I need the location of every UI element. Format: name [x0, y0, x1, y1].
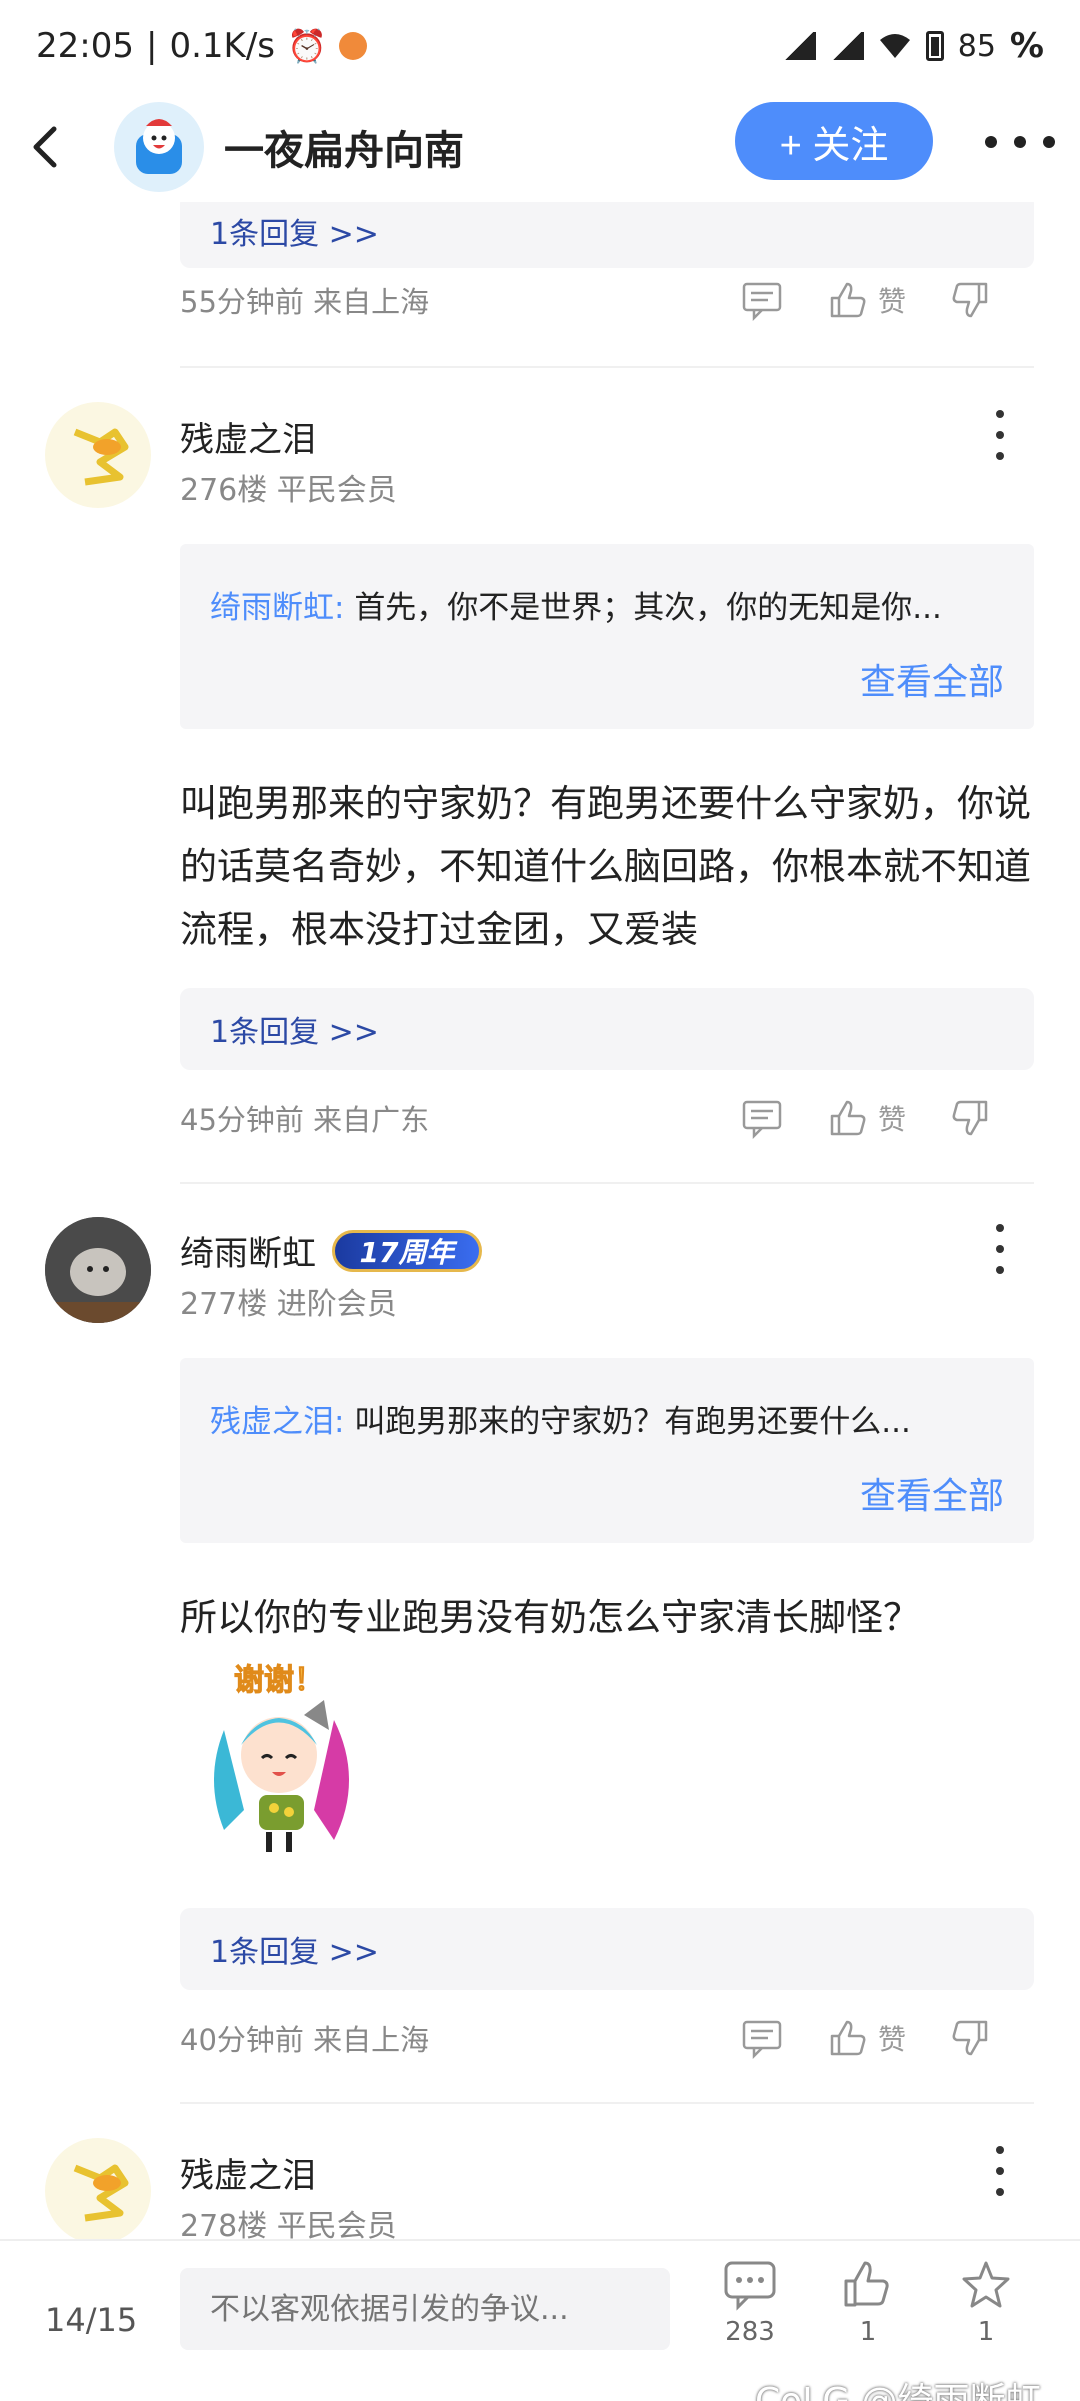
sub-reply-link[interactable]: 1条回复 >> — [180, 202, 1034, 268]
thumbs-up-icon[interactable] — [826, 278, 870, 322]
like-button[interactable]: 1 — [828, 2259, 908, 2347]
duck-avatar-icon — [73, 2164, 129, 2222]
thread-author-name[interactable]: 一夜扁舟向南 — [224, 118, 464, 176]
comment-bubble-icon — [724, 2261, 776, 2311]
signal-icon-2 — [829, 32, 864, 60]
alarm-icon: ⏰ — [287, 27, 327, 65]
thumbs-down-icon[interactable] — [948, 2016, 992, 2060]
sticker-image[interactable]: 谢谢！ — [184, 1660, 384, 1860]
comment-username[interactable]: 残虚之泪 — [180, 2148, 316, 2197]
sub-reply-box[interactable]: 1条回复 >> — [180, 1908, 1034, 1990]
status-net-speed: 0.1K/s — [169, 26, 275, 66]
duck-avatar-icon — [73, 428, 129, 486]
thumbs-down-icon[interactable] — [948, 278, 992, 322]
sub-reply-link[interactable]: 1条回复 >> — [180, 988, 1034, 1070]
quoted-comment[interactable]: 绮雨断虹: 首先，你不是世界；其次，你的无知是你... 查看全部 — [180, 544, 1034, 729]
comment-divider — [180, 2102, 1034, 2104]
comment-actions: 赞 — [740, 2008, 1040, 2068]
thumbs-up-icon[interactable] — [826, 2016, 870, 2060]
battery-level: 85 — [957, 28, 996, 64]
sub-reply-box[interactable]: 1条回复 >> — [180, 202, 1034, 268]
comment-meta: 45分钟前 来自广东 — [180, 1103, 430, 1137]
reply-icon[interactable] — [740, 1096, 784, 1140]
favorite-button[interactable]: 1 — [946, 2259, 1026, 2347]
watermark: CoLG @绮雨断虹 — [755, 2372, 1042, 2401]
comment-actions: 赞 — [740, 1088, 1040, 1148]
status-time: 22:05 — [36, 26, 134, 66]
like-count: 1 — [859, 2317, 877, 2347]
avatar[interactable] — [45, 402, 151, 508]
battery-icon — [925, 31, 944, 61]
comment-username[interactable]: 残虚之泪 — [180, 412, 316, 461]
quoted-text: 叫跑男那来的守家奶？有跑男还要什么... — [354, 1404, 911, 1440]
comment-floor: 278楼 平民会员 — [180, 2209, 397, 2239]
comment-floor: 277楼 进阶会员 — [180, 1287, 397, 1322]
see-all-link[interactable]: 查看全部 — [860, 1467, 1004, 1519]
comment-body: 所以你的专业跑男没有奶怎么守家清长脚怪？ — [180, 1596, 920, 1639]
like-label[interactable]: 赞 — [878, 280, 906, 320]
avatar[interactable] — [45, 1217, 151, 1323]
back-button[interactable] — [0, 92, 90, 202]
anniversary-badge: 17周年 — [332, 1229, 482, 1272]
comment-meta: 40分钟前 来自上海 — [180, 2023, 430, 2057]
wifi-icon — [879, 34, 910, 58]
comment-divider — [180, 366, 1034, 368]
thread-header: 一夜扁舟向南 + 关注 — [0, 92, 1080, 202]
follow-button[interactable]: + 关注 — [735, 102, 933, 180]
page-indicator[interactable]: 14/15 — [45, 2301, 137, 2339]
reply-icon[interactable] — [740, 278, 784, 322]
like-label[interactable]: 赞 — [878, 2018, 906, 2058]
more-options-button[interactable] — [985, 120, 1055, 164]
svg-text:谢谢！: 谢谢！ — [234, 1663, 324, 1698]
comment-meta: 55分钟前 来自上海 — [180, 285, 430, 319]
battery-unit: % — [1009, 26, 1044, 66]
quoted-text: 首先，你不是世界；其次，你的无知是你... — [354, 590, 942, 626]
see-all-link[interactable]: 查看全部 — [860, 653, 1004, 705]
like-label[interactable]: 赞 — [878, 1098, 906, 1138]
quoted-username[interactable]: 绮雨断虹: — [210, 590, 344, 626]
star-count: 1 — [977, 2317, 995, 2347]
comment-username[interactable]: 绮雨断虹 17周年 — [180, 1226, 482, 1275]
comment-more-button[interactable] — [988, 2146, 1012, 2196]
author-avatar[interactable] — [114, 102, 204, 192]
comment-more-button[interactable] — [988, 1224, 1012, 1274]
thumbs-down-icon[interactable] — [948, 1096, 992, 1140]
signal-icon — [781, 32, 816, 60]
comments-button[interactable]: 283 — [710, 2259, 790, 2347]
thumbs-up-icon — [844, 2261, 889, 2307]
reply-icon[interactable] — [740, 2016, 784, 2060]
comment-actions: 赞 — [740, 270, 1040, 330]
comment-count: 283 — [725, 2317, 775, 2347]
quoted-username[interactable]: 残虚之泪: — [210, 1404, 344, 1440]
mascot-avatar-icon — [136, 119, 182, 174]
avatar[interactable] — [45, 2138, 151, 2239]
chevron-left-icon — [33, 126, 57, 168]
notification-dot-icon — [338, 32, 367, 60]
comment-list[interactable]: 1条回复 >> 55分钟前 来自上海 赞 残虚之泪 276楼 平民会员 绮雨断虹… — [0, 202, 1080, 2239]
comment-floor: 276楼 平民会员 — [180, 473, 397, 508]
sub-reply-box[interactable]: 1条回复 >> — [180, 988, 1034, 1070]
status-bar: 22:05 | 0.1K/s ⏰ 85 % — [36, 26, 1044, 66]
quoted-comment[interactable]: 残虚之泪: 叫跑男那来的守家奶？有跑男还要什么... 查看全部 — [180, 1358, 1034, 1543]
cat-photo-avatar-icon — [45, 1217, 151, 1323]
sub-reply-link[interactable]: 1条回复 >> — [180, 1908, 1034, 1990]
comment-divider — [180, 1182, 1034, 1184]
comment-input[interactable] — [180, 2268, 670, 2350]
thanks-sticker-icon: 谢谢！ — [214, 1663, 349, 1852]
comment-more-button[interactable] — [988, 410, 1012, 460]
thumbs-up-icon[interactable] — [826, 1096, 870, 1140]
star-icon — [962, 2261, 1010, 2308]
comment-body: 叫跑男那来的守家奶？有跑男还要什么守家奶，你说的话莫名奇妙，不知道什么脑回路，你… — [180, 782, 1031, 951]
